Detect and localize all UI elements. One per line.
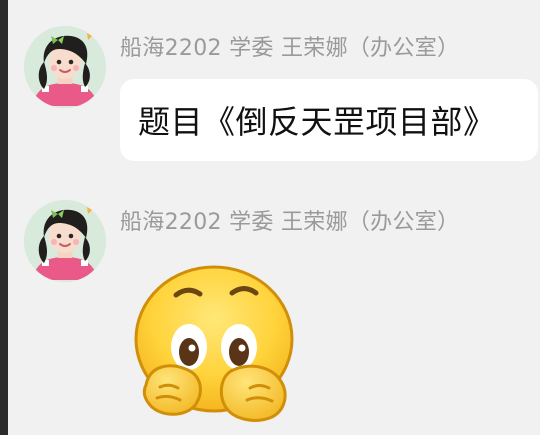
peeking-face-emoji-icon (134, 265, 294, 422)
message-text: 题目《倒反天罡项目部》 (138, 103, 496, 141)
sticker-message[interactable] (132, 264, 297, 426)
sender-name: 船海2202 学委 王荣娜（办公室） (120, 36, 460, 61)
girl-avatar-icon (24, 26, 106, 108)
sender-name: 船海2202 学委 王荣娜（办公室） (120, 210, 460, 235)
sender-avatar[interactable] (24, 200, 106, 282)
sender-avatar[interactable] (24, 26, 106, 108)
message-bubble[interactable]: 题目《倒反天罡项目部》 (120, 79, 538, 161)
girl-avatar-icon (24, 200, 106, 282)
left-window-edge (0, 0, 8, 435)
